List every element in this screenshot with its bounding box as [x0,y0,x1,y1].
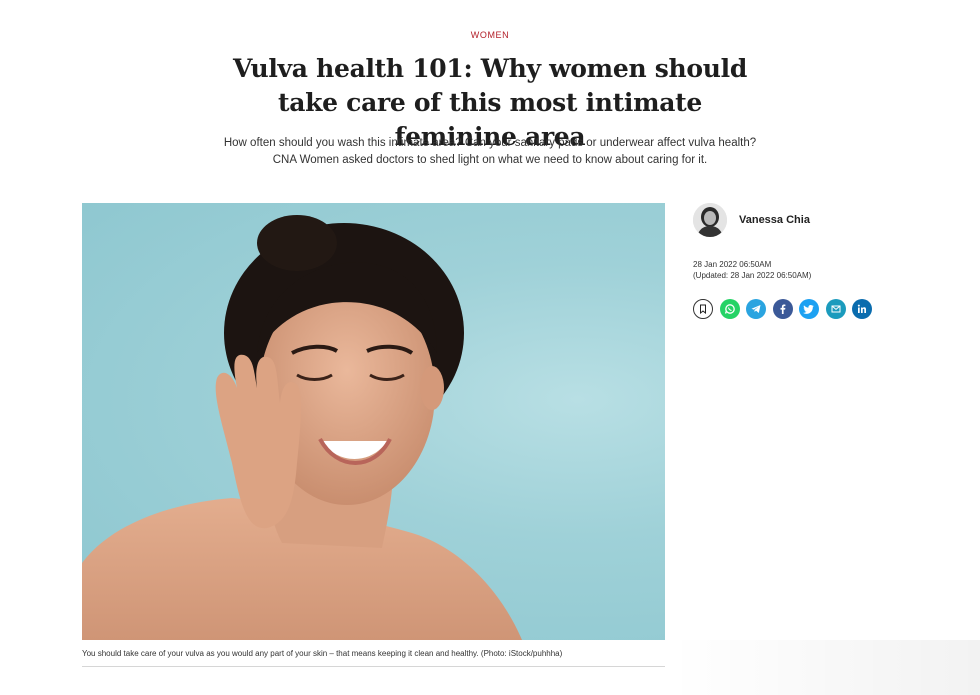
twitter-icon[interactable] [799,299,819,319]
image-caption: You should take care of your vulva as yo… [82,649,563,658]
hero-image [82,203,665,640]
avatar-portrait [693,203,727,237]
facebook-icon[interactable] [772,299,793,319]
category-link[interactable]: WOMEN [0,30,980,40]
caption-divider [82,666,665,667]
author-avatar[interactable] [693,203,727,237]
email-icon[interactable] [825,299,846,319]
linkedin-icon[interactable] [852,299,872,319]
bookmark-icon[interactable] [693,299,713,319]
whatsapp-icon[interactable] [719,299,740,319]
page-shadow [670,640,980,695]
updated-date: (Updated: 28 Jan 2022 06:50AM) [693,271,812,280]
article-summary: How often should you wash this intimate … [223,137,757,166]
author-name[interactable]: Vanessa Chia [739,214,810,226]
author-block: Vanessa Chia [693,203,810,237]
hero-photo-illustration [82,215,522,640]
published-date: 28 Jan 2022 06:50AM [693,260,772,269]
share-bar [693,299,872,319]
publish-dates: 28 Jan 2022 06:50AM (Updated: 28 Jan 202… [693,259,811,281]
telegram-icon[interactable] [746,299,766,319]
